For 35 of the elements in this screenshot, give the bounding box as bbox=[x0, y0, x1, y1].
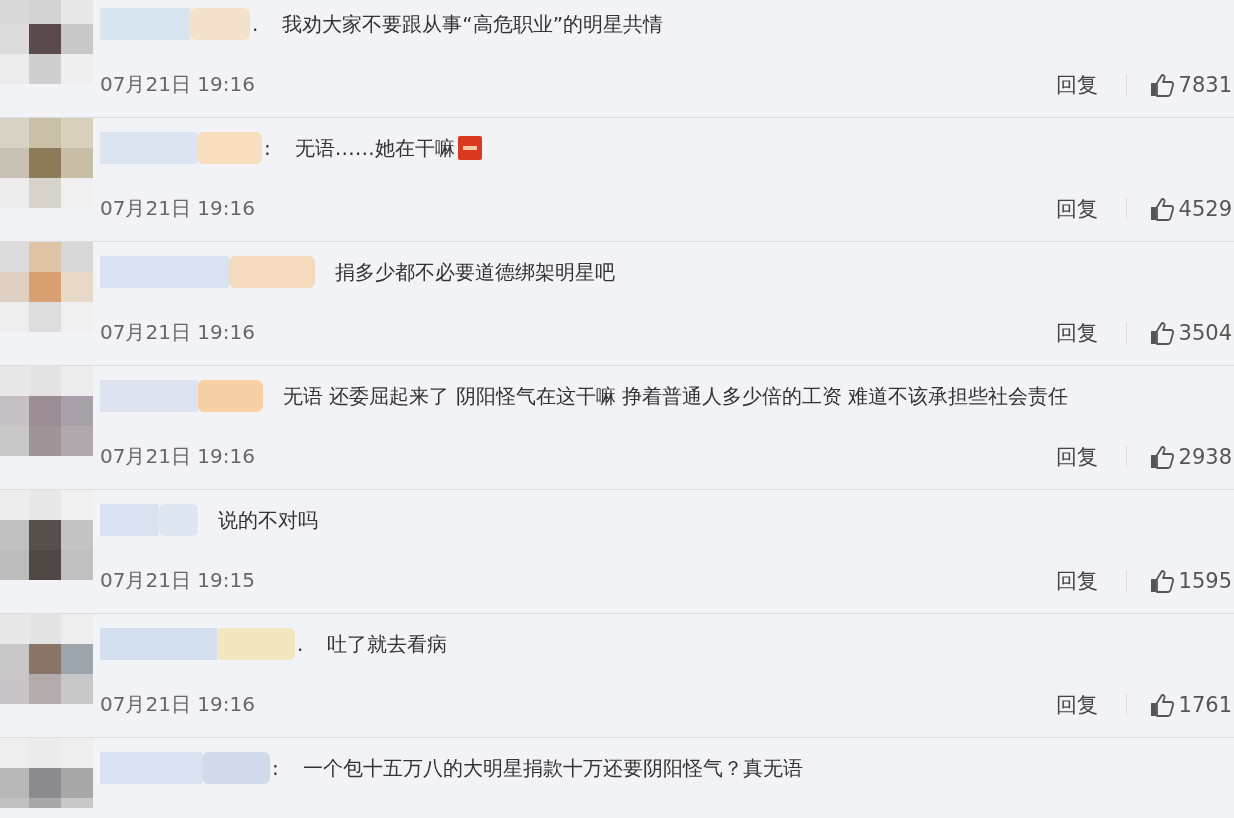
name-separator: : bbox=[272, 756, 279, 780]
comment-time: 07月21日 19:16 bbox=[100, 443, 255, 470]
comment-time: 07月21日 19:16 bbox=[100, 319, 255, 346]
comment-text: 无语……她在干嘛 bbox=[294, 134, 455, 162]
reply-link[interactable]: 回复 bbox=[1055, 690, 1098, 719]
comment-time: 07月21日 19:16 bbox=[100, 691, 255, 718]
reply-link[interactable]: 回复 bbox=[1055, 194, 1098, 223]
like-count: 2938 bbox=[1178, 444, 1232, 469]
comment-text: 无语 还委屈起来了 阴阳怪气在这干嘛 挣着普通人多少倍的工资 难道不该承担些社会责任 bbox=[283, 382, 1069, 410]
thumbs-up-icon[interactable] bbox=[1148, 319, 1175, 346]
thumbs-up-icon[interactable] bbox=[1148, 567, 1175, 594]
comment-text: 说的不对吗 bbox=[218, 506, 318, 534]
thumbs-up-icon[interactable] bbox=[1148, 195, 1175, 222]
comment-time: 07月21日 19:16 bbox=[100, 195, 255, 222]
reply-link[interactable]: 回复 bbox=[1055, 318, 1098, 347]
comment-time: 07月21日 19:15 bbox=[100, 567, 255, 594]
reply-link[interactable]: 回复 bbox=[1055, 70, 1098, 99]
comment-text: 我劝大家不要跟从事“高危职业”的明星共情 bbox=[282, 10, 664, 38]
like-count: 4529 bbox=[1178, 196, 1232, 221]
thumbs-up-icon[interactable] bbox=[1148, 71, 1175, 98]
comment-time: 07月21日 19:16 bbox=[100, 71, 255, 98]
reply-link[interactable]: 回复 bbox=[1055, 442, 1098, 471]
thumbs-up-icon[interactable] bbox=[1148, 691, 1175, 718]
comment-text: 吐了就去看病 bbox=[327, 630, 448, 658]
comment-text: 捐多少都不必要道德绑架明星吧 bbox=[335, 258, 615, 286]
like-count: 7831 bbox=[1178, 72, 1232, 97]
name-separator: : bbox=[264, 136, 271, 160]
like-count: 3504 bbox=[1178, 320, 1232, 345]
like-count: 1595 bbox=[1178, 568, 1232, 593]
thumbs-up-icon[interactable] bbox=[1148, 443, 1175, 470]
name-separator: . bbox=[297, 632, 304, 656]
like-count: 1761 bbox=[1178, 692, 1232, 717]
reply-link[interactable]: 回复 bbox=[1055, 566, 1098, 595]
name-separator: . bbox=[252, 12, 259, 36]
comment-text: 一个包十五万八的大明星捐款十万还要阴阳怪气？真无语 bbox=[302, 754, 803, 782]
